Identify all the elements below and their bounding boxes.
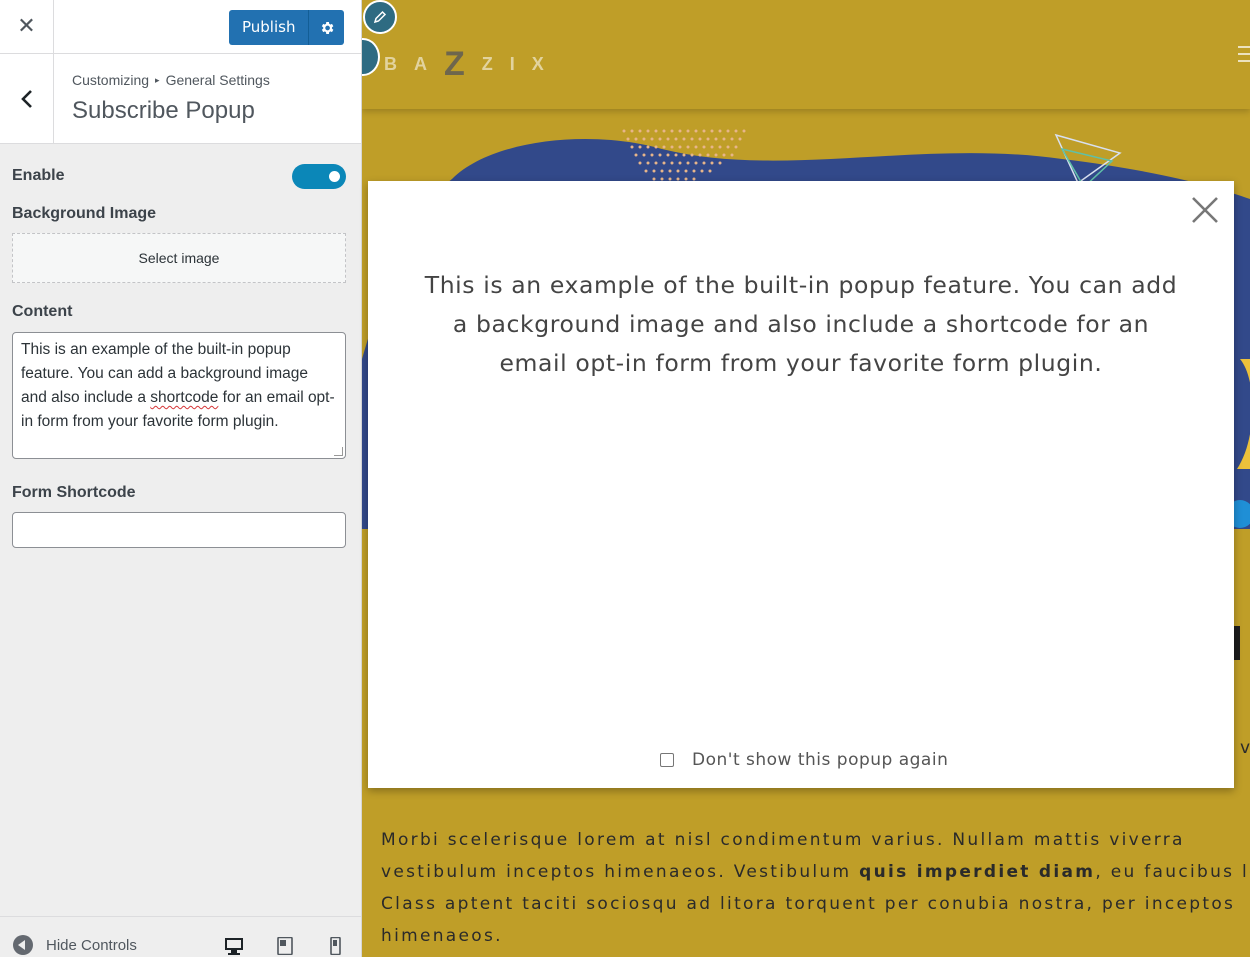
toggle-knob <box>329 171 340 182</box>
collapse-arrow-icon <box>13 935 33 955</box>
breadcrumb-separator-icon: ▸ <box>155 75 160 85</box>
logo-letter: Z <box>481 54 510 74</box>
publish-button[interactable]: Publish <box>229 10 310 45</box>
logo-letter-accent: Z <box>444 45 482 83</box>
content-textarea[interactable]: This is an example of the built-in popup… <box>12 332 346 459</box>
content-label: Content <box>12 303 73 320</box>
logo-letter: A <box>414 54 444 74</box>
edit-shortcut-button-2[interactable] <box>362 38 380 76</box>
menu-icon[interactable] <box>1238 46 1250 67</box>
gear-icon <box>321 21 334 34</box>
customizer-sidebar: ✕ Publish Customizing ▸ General Settings S… <box>0 0 362 957</box>
partial-side-text: v <box>1240 738 1250 758</box>
publish-group: Publish <box>229 10 345 45</box>
edit-shortcut-button[interactable] <box>363 0 397 34</box>
customizer-header: ✕ Publish <box>0 0 361 54</box>
body-text-bold: quis imperdiet diam <box>859 862 1096 882</box>
page-title: Subscribe Popup <box>72 97 255 124</box>
breadcrumb-root: Customizing <box>72 72 150 88</box>
hide-controls-label: Hide Controls <box>46 936 137 954</box>
desktop-icon[interactable] <box>224 937 244 955</box>
enable-toggle[interactable] <box>292 164 346 189</box>
mobile-icon[interactable] <box>330 937 341 955</box>
close-customizer-button[interactable]: ✕ <box>0 0 54 53</box>
breadcrumb: Customizing ▸ General Settings <box>72 72 270 88</box>
section-header: Customizing ▸ General Settings Subscribe P… <box>0 54 361 144</box>
logo-letter: X <box>531 54 561 74</box>
resize-handle-icon[interactable] <box>334 447 343 456</box>
site-header: BAZZIX <box>362 0 1250 109</box>
dont-show-label: Don't show this popup again <box>692 750 949 770</box>
enable-label: Enable <box>12 167 65 184</box>
logo-letter: I <box>509 54 532 74</box>
dont-show-option[interactable]: Don't show this popup again <box>660 750 948 770</box>
customizer-footer: Hide Controls <box>0 916 361 957</box>
form-shortcode-label: Form Shortcode <box>12 484 136 501</box>
popup-close-icon[interactable] <box>1190 195 1220 225</box>
select-image-button[interactable]: Select image <box>12 233 346 283</box>
close-icon: ✕ <box>17 14 36 39</box>
breadcrumb-parent: General Settings <box>165 72 270 88</box>
content-text-misspelled: shortcode <box>150 389 219 406</box>
tablet-icon[interactable] <box>277 937 293 955</box>
publish-settings-button[interactable] <box>309 10 345 45</box>
popup-message: This is an example of the built-in popup… <box>424 271 1178 377</box>
dont-show-checkbox[interactable] <box>660 753 674 767</box>
pencil-icon <box>373 10 387 24</box>
hide-controls-button[interactable]: Hide Controls <box>13 935 137 955</box>
background-image-label: Background Image <box>12 205 157 222</box>
back-button[interactable] <box>0 54 54 143</box>
subscribe-popup: This is an example of the built-in popup… <box>368 181 1234 788</box>
site-logo[interactable]: BAZZIX <box>384 40 561 83</box>
chevron-left-icon <box>20 89 32 108</box>
form-shortcode-input[interactable] <box>12 512 346 548</box>
logo-letter: B <box>384 54 414 74</box>
body-paragraph: Morbi scelerisque lorem at nisl condimen… <box>381 824 1250 952</box>
